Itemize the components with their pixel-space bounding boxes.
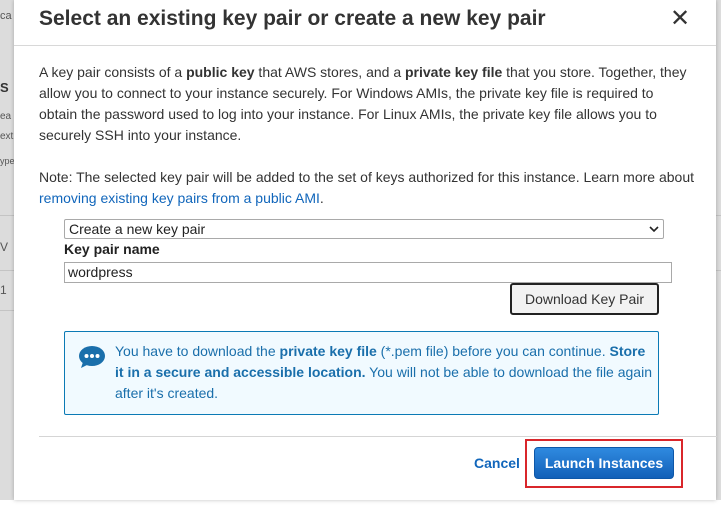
key-pair-select[interactable]: Create a new key pair (64, 219, 664, 239)
bg-divider (716, 270, 721, 271)
background-bottom (0, 500, 721, 510)
bg-fragment: ype (0, 156, 14, 166)
bg-fragment: V (0, 240, 9, 254)
note-text: Note: The selected key pair will be adde… (39, 169, 695, 185)
bg-divider (716, 215, 721, 216)
key-pair-select-value: Create a new key pair (69, 221, 206, 237)
cancel-button[interactable]: Cancel (474, 455, 520, 471)
remove-key-pairs-link[interactable]: removing existing key pairs from a publi… (39, 190, 320, 206)
bg-fragment: S (0, 80, 9, 95)
footer-divider (39, 436, 717, 437)
launch-instances-button[interactable]: Launch Instances (534, 447, 674, 479)
intro-paragraph: A key pair consists of a public key that… (39, 62, 694, 146)
info-text: (*.pem file) before you can continue. (376, 343, 610, 359)
bg-fragment: ext (0, 131, 14, 142)
note-paragraph: Note: The selected key pair will be adde… (39, 167, 694, 209)
bg-fragment: ca (0, 10, 12, 22)
key-pair-name-input[interactable]: wordpress (64, 262, 672, 283)
bg-divider (0, 310, 14, 311)
intro-text: A key pair consists of a (39, 64, 187, 80)
info-bold-private-key-file: private key file (279, 343, 377, 359)
intro-bold-public-key: public key (186, 64, 255, 80)
key-pair-dialog: Select an existing key pair or create a … (14, 0, 717, 500)
key-pair-name-label: Key pair name (64, 241, 160, 257)
chevron-down-icon (649, 226, 659, 233)
note-text: . (319, 190, 324, 206)
intro-bold-private-key-file: private key file (405, 64, 503, 80)
dialog-title: Select an existing key pair or create a … (39, 7, 546, 30)
download-key-pair-button[interactable]: Download Key Pair (510, 283, 659, 315)
close-icon[interactable]: ✕ (668, 7, 692, 31)
info-text: You have to download the (115, 343, 280, 359)
background-left-strip: ca S ea ext ype V 1 (0, 0, 14, 500)
intro-text: that AWS stores, and a (254, 64, 405, 80)
info-alert: You have to download the private key fil… (64, 331, 659, 415)
bg-divider (0, 270, 14, 271)
speech-bubble-icon (79, 346, 105, 368)
info-message: You have to download the private key fil… (115, 341, 655, 404)
bg-divider (0, 215, 14, 216)
dialog-header: Select an existing key pair or create a … (14, 0, 716, 46)
bg-fragment: ea (0, 111, 12, 122)
background-right-strip (716, 0, 721, 500)
bg-fragment: 1 (0, 283, 7, 297)
